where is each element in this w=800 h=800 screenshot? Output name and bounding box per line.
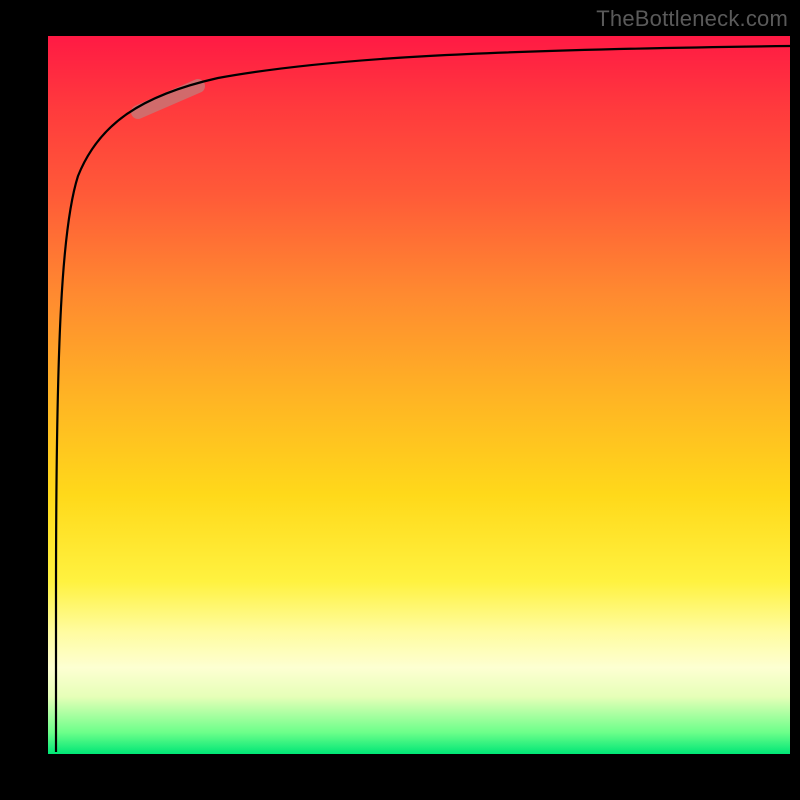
plot-area bbox=[48, 36, 790, 754]
chart-frame: TheBottleneck.com bbox=[0, 0, 800, 800]
highlight-segment bbox=[138, 86, 198, 112]
watermark-text: TheBottleneck.com bbox=[596, 6, 788, 32]
curve-layer bbox=[48, 36, 790, 754]
bottleneck-curve bbox=[56, 46, 790, 752]
